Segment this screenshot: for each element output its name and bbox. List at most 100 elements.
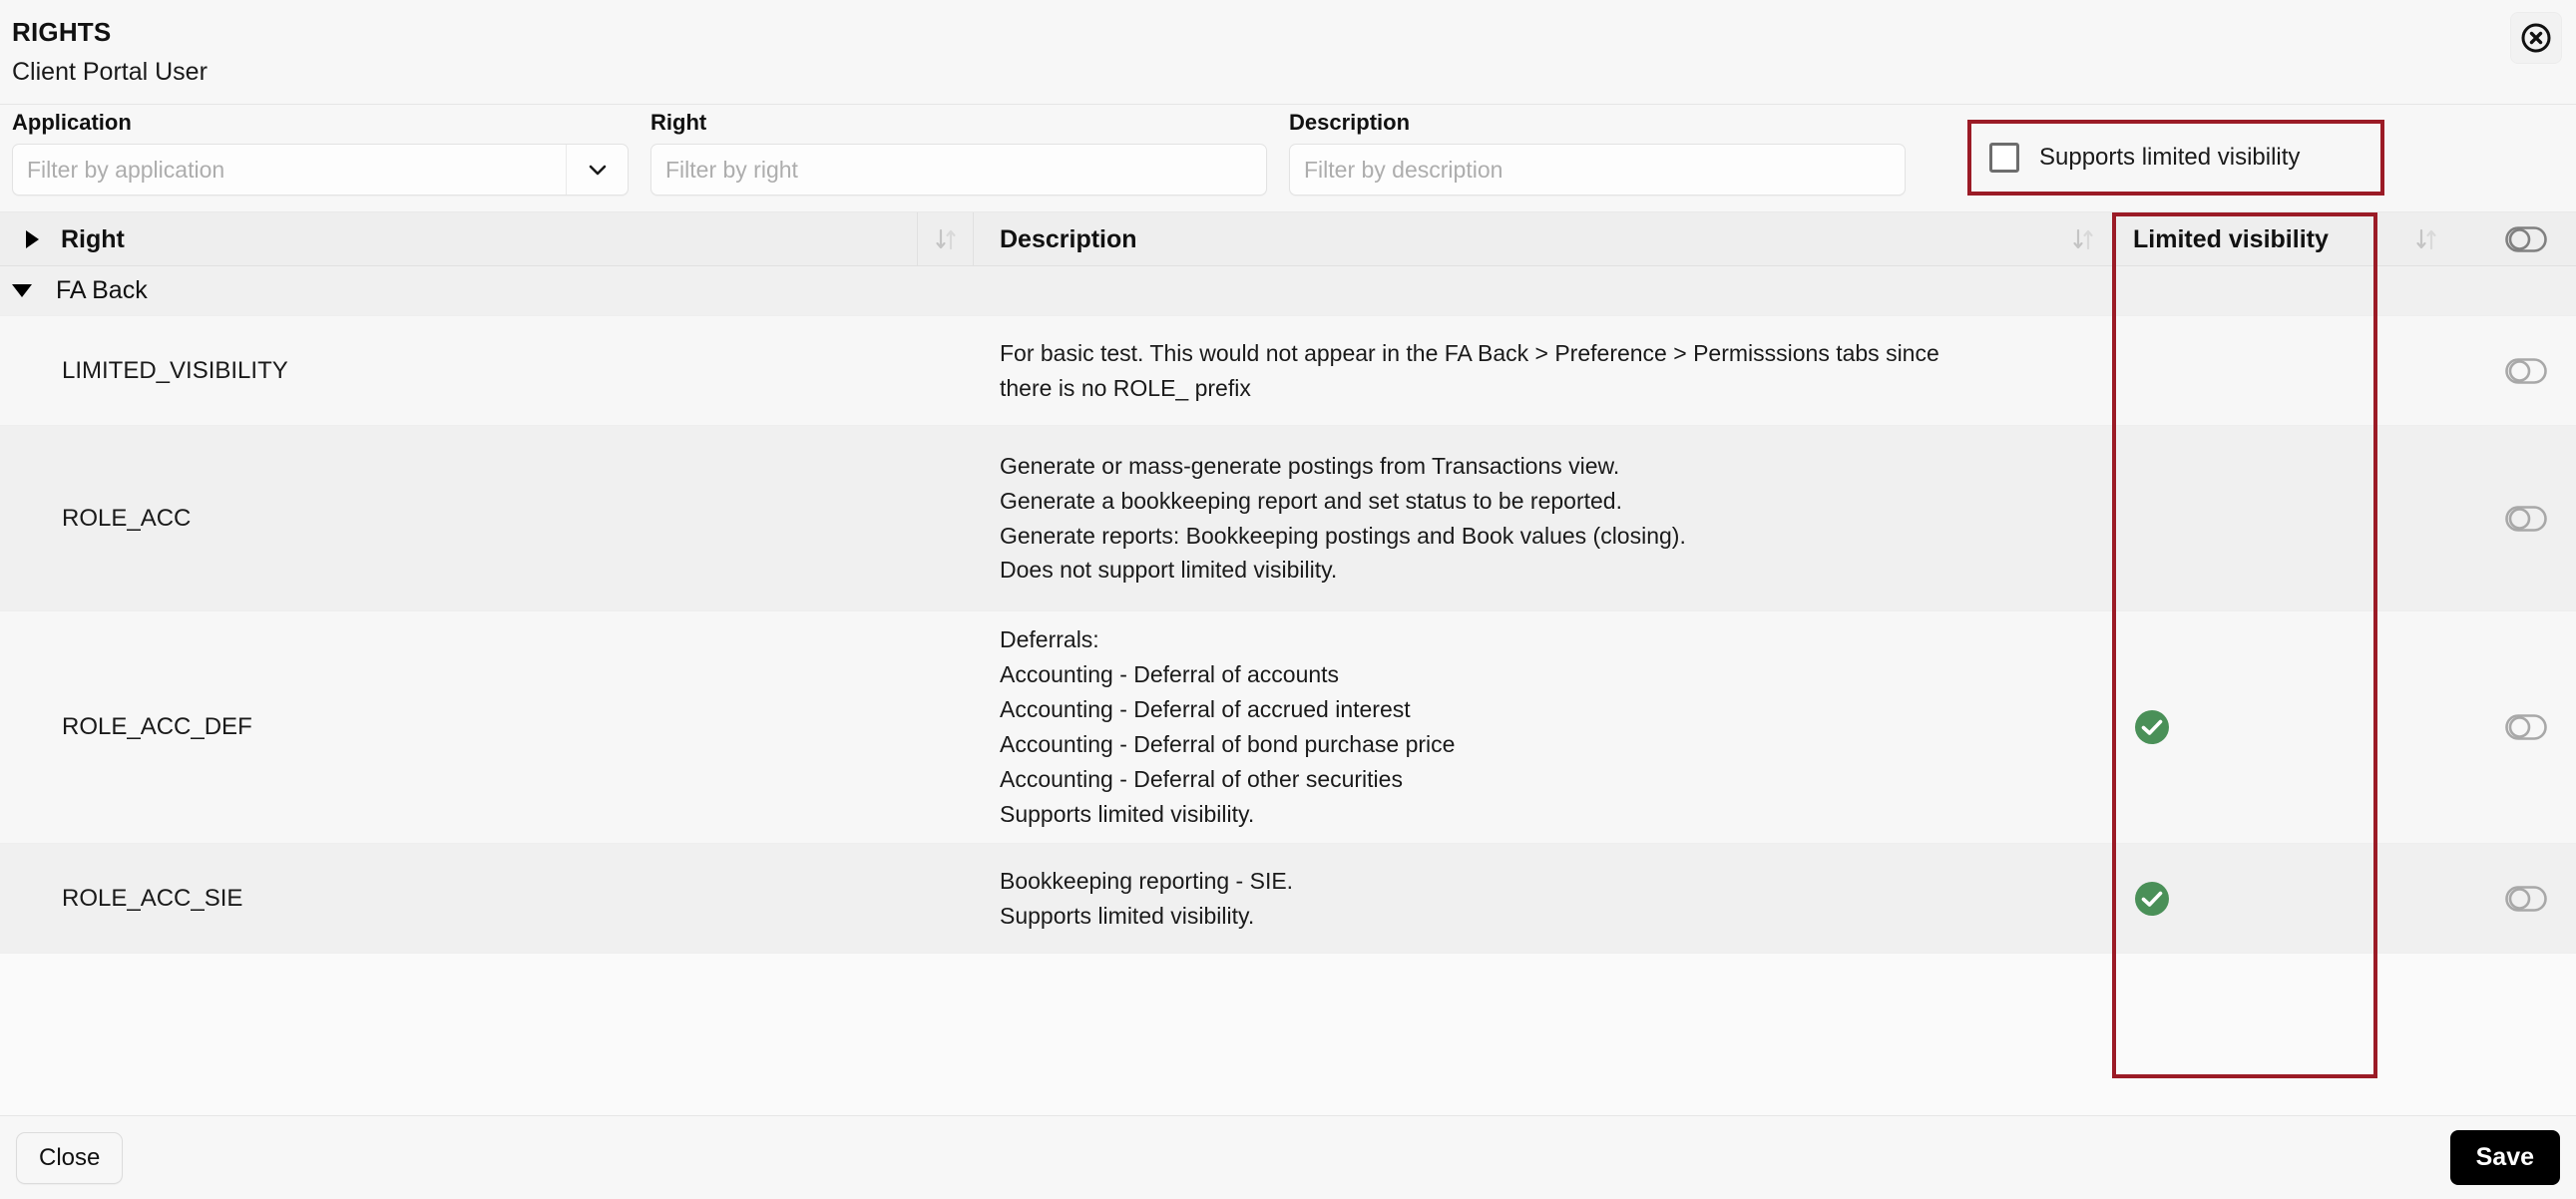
close-icon[interactable] <box>2510 12 2562 64</box>
cell-spacer <box>2055 844 2111 953</box>
group-spacer-4 <box>2111 266 2376 315</box>
dialog-subtitle: Client Portal User <box>12 57 208 86</box>
header-label-description: Description <box>1000 224 1137 253</box>
group-row-fa-back[interactable]: FA Back <box>0 266 2576 316</box>
sort-button-right[interactable] <box>918 212 974 265</box>
cell-right: LIMITED_VISIBILITY <box>0 316 918 425</box>
row-right-name: ROLE_ACC <box>62 504 192 532</box>
sort-button-limited-visibility[interactable] <box>2376 212 2476 265</box>
close-button[interactable]: Close <box>16 1131 124 1184</box>
group-label: FA Back <box>56 276 148 304</box>
group-spacer-6 <box>2476 266 2576 315</box>
cell-description: For basic test. This would not appear in… <box>974 316 2055 425</box>
table-row[interactable]: ROLE_ACC_DEF Deferrals: Accounting - Def… <box>0 611 2576 844</box>
expand-all-caret-right-icon[interactable] <box>26 229 39 248</box>
table-row[interactable]: ROLE_ACC_SIE Bookkeeping reporting - SIE… <box>0 844 2576 954</box>
cell-spacer <box>2376 316 2476 425</box>
row-right-name: ROLE_ACC_DEF <box>62 713 252 740</box>
check-circle-icon <box>2135 881 2169 916</box>
cell-spacer <box>2055 426 2111 610</box>
description-filter-field: Description <box>1289 112 1906 196</box>
row-toggle[interactable] <box>2476 316 2576 425</box>
row-right-name: ROLE_ACC_SIE <box>62 884 243 912</box>
right-filter-label: Right <box>650 110 707 135</box>
column-settings-button[interactable] <box>2476 212 2576 265</box>
rights-table: Right Description Limited visibility FA … <box>0 211 2576 1115</box>
circle-x-icon <box>2521 23 2551 53</box>
application-dropdown-button[interactable] <box>566 145 628 195</box>
cell-spacer <box>918 316 974 425</box>
supports-limited-visibility-checkbox[interactable] <box>1989 143 2019 173</box>
supports-limited-visibility-checkbox-group[interactable]: Supports limited visibility <box>1967 120 2384 196</box>
cell-limited-visibility <box>2111 316 2376 425</box>
table-header-row: Right Description Limited visibility <box>0 212 2576 266</box>
save-button[interactable]: Save <box>2449 1130 2560 1185</box>
row-toggle[interactable] <box>2476 844 2576 953</box>
dialog-footer: Close Save <box>0 1115 2576 1199</box>
toggle-switch-icon <box>2505 357 2547 384</box>
cell-description: Bookkeeping reporting - SIE. Supports li… <box>974 844 2055 953</box>
application-filter-input[interactable] <box>13 145 566 195</box>
cell-right: ROLE_ACC_SIE <box>0 844 918 953</box>
application-filter-label: Application <box>12 110 132 135</box>
check-circle-icon <box>2135 710 2169 744</box>
sort-updown-icon <box>935 228 956 249</box>
row-toggle[interactable] <box>2476 611 2576 843</box>
cell-description: Deferrals: Accounting - Deferral of acco… <box>974 611 2055 843</box>
header-cell-description[interactable]: Description <box>974 212 2055 265</box>
group-collapse-caret-down-icon[interactable] <box>12 284 32 297</box>
rights-dialog: RIGHTS Client Portal User Application R <box>0 0 2576 1199</box>
cell-spacer <box>918 844 974 953</box>
cell-spacer <box>2055 611 2111 843</box>
header-cell-limited-visibility[interactable]: Limited visibility <box>2111 212 2376 265</box>
description-filter-label: Description <box>1289 110 1411 135</box>
cell-spacer <box>2376 426 2476 610</box>
cell-spacer <box>2376 844 2476 953</box>
table-row[interactable]: LIMITED_VISIBILITY For basic test. This … <box>0 316 2576 426</box>
cell-description: Generate or mass-generate postings from … <box>974 426 2055 610</box>
toggle-switch-icon <box>2505 505 2547 532</box>
cell-spacer <box>2376 611 2476 843</box>
chevron-down-icon <box>589 165 606 176</box>
supports-limited-visibility-label: Supports limited visibility <box>2039 144 2301 171</box>
cell-limited-visibility <box>2111 426 2376 610</box>
right-filter-input[interactable] <box>651 145 1266 195</box>
header-label-right: Right <box>61 224 125 253</box>
row-toggle[interactable] <box>2476 426 2576 610</box>
group-spacer-3 <box>2055 266 2111 315</box>
toggle-switch-icon <box>2505 225 2547 252</box>
cell-limited-visibility <box>2111 611 2376 843</box>
application-filter-field: Application <box>12 112 629 196</box>
application-filter-wrap <box>12 144 629 196</box>
header-label-limited-visibility: Limited visibility <box>2133 224 2329 253</box>
group-spacer-1 <box>918 266 974 315</box>
toggle-switch-icon <box>2505 714 2547 740</box>
table-row[interactable]: ROLE_ACC Generate or mass-generate posti… <box>0 426 2576 611</box>
cell-spacer <box>918 611 974 843</box>
right-filter-wrap <box>650 144 1267 196</box>
filter-bar: Application Right Description <box>0 105 2576 211</box>
group-cell[interactable]: FA Back <box>0 266 918 315</box>
cell-right: ROLE_ACC <box>0 426 918 610</box>
row-description: Generate or mass-generate postings from … <box>1000 452 1686 584</box>
description-filter-input[interactable] <box>1290 145 1905 195</box>
header-cell-right[interactable]: Right <box>0 212 918 265</box>
sort-updown-icon <box>2416 228 2436 249</box>
row-right-name: LIMITED_VISIBILITY <box>62 356 288 384</box>
description-filter-wrap <box>1289 144 1906 196</box>
row-description: For basic test. This would not appear in… <box>1000 339 1939 401</box>
row-description: Bookkeeping reporting - SIE. Supports li… <box>1000 867 1294 929</box>
cell-spacer <box>918 426 974 610</box>
dialog-titlebar: RIGHTS Client Portal User <box>0 0 2576 105</box>
sort-updown-icon <box>2073 228 2093 249</box>
toggle-switch-icon <box>2505 885 2547 912</box>
cell-spacer <box>2055 316 2111 425</box>
dialog-title: RIGHTS <box>12 17 112 47</box>
cell-limited-visibility <box>2111 844 2376 953</box>
group-spacer-5 <box>2376 266 2476 315</box>
right-filter-field: Right <box>650 112 1267 196</box>
cell-right: ROLE_ACC_DEF <box>0 611 918 843</box>
sort-button-description[interactable] <box>2055 212 2111 265</box>
row-description: Deferrals: Accounting - Deferral of acco… <box>1000 626 1456 827</box>
group-spacer-2 <box>974 266 2055 315</box>
